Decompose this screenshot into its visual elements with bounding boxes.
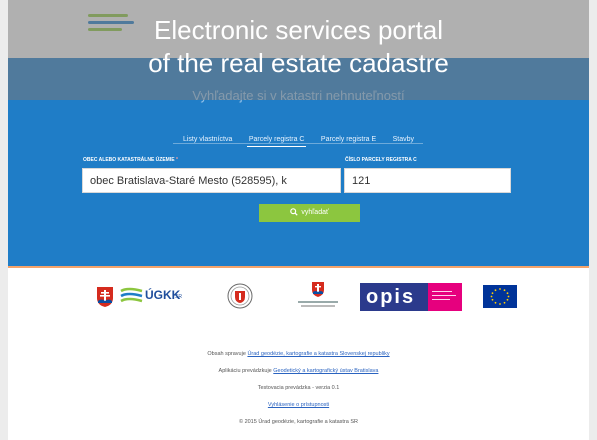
municipality-label: OBEC ALEBO KATASTRÁLNE ÚZEMIE * (83, 157, 178, 163)
content-owner-link[interactable]: Úrad geodézie, kartografie a katastra Sl… (247, 351, 389, 357)
page-frame: Vyhľadajte si v katastri nehnuteľností L… (8, 0, 589, 440)
footer-accessibility: Vyhlásenie o prístupnosti (8, 397, 589, 414)
tab-parcels-c[interactable]: Parcely registra C (246, 133, 307, 147)
search-button-label: vyhľadať (301, 209, 329, 216)
caption-line-1: Electronic services portal (154, 15, 443, 45)
tab-buildings[interactable]: Stavby (391, 133, 416, 146)
accessibility-link[interactable]: Vyhlásenie o prístupnosti (268, 402, 329, 408)
caption-line-2: of the real estate cadastre (148, 48, 449, 78)
eu-flag-icon[interactable] (483, 285, 517, 308)
ministry-shield-icon (312, 282, 324, 297)
ugkk-suffix: SR (175, 294, 182, 300)
parcel-number-label: ČÍSLO PARCELY REGISTRA C (345, 157, 417, 163)
opis-text: opis (366, 286, 416, 308)
ugkk-partner-logo[interactable]: ÚGKK SR (120, 284, 188, 312)
footer-test-version: Testovacia prevádzka - verzia 0.1 (257, 385, 340, 391)
operator-link[interactable]: Geodetický a kartografický ústav Bratisl… (273, 368, 378, 374)
tab-parcels-e[interactable]: Parcely registra E (319, 133, 378, 146)
parcel-number-input[interactable]: 121 (344, 168, 511, 193)
search-button[interactable]: vyhľadať (259, 204, 360, 222)
site-footer: Obsah spravuje Úrad geodézie, kartografi… (8, 346, 589, 431)
opis-logo[interactable]: opis (360, 283, 462, 311)
search-icon (290, 208, 299, 216)
footer-copyright: © 2015 Úrad geodézie, kartografie a kata… (238, 419, 358, 425)
section-divider (8, 266, 589, 268)
tab-divider (173, 143, 423, 144)
institute-seal-icon[interactable] (227, 283, 253, 309)
tab-ownership-sheets[interactable]: Listy vlastníctva (181, 133, 234, 146)
footer-operator: Aplikáciu prevádzkuje Geodetický a karto… (218, 368, 379, 374)
caption-overlay: Electronic services portal of the real e… (8, 0, 589, 100)
footer-content-owner: Obsah spravuje Úrad geodézie, kartografi… (207, 351, 390, 357)
partner-logos: ÚGKK SR opis (8, 278, 589, 318)
ugkk-waves-icon (120, 287, 143, 303)
search-tabs: Listy vlastníctva Parcely registra C Par… (8, 128, 589, 147)
municipality-input[interactable]: obec Bratislava-Staré Mesto (528595), k (82, 168, 341, 193)
ministry-emblem[interactable] (298, 281, 338, 315)
slovak-coat-of-arms-icon[interactable] (96, 286, 114, 308)
